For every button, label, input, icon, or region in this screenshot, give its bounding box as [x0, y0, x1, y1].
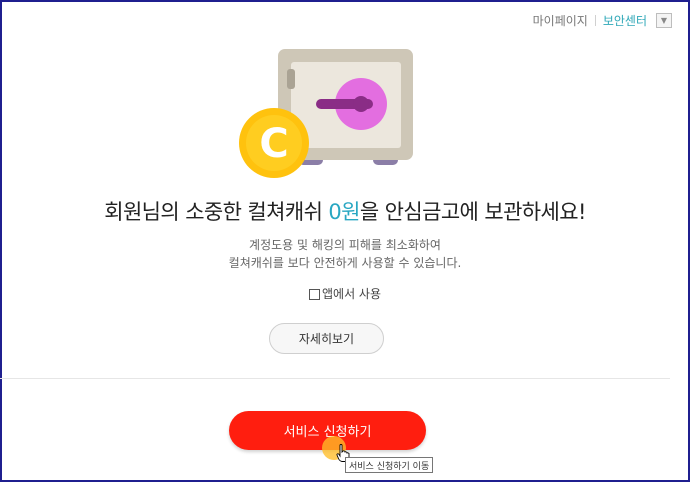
section-divider — [0, 378, 670, 379]
safe-dial-center — [353, 96, 369, 112]
app-use-label: 앱에서 사용 — [321, 287, 381, 301]
mypage-link[interactable]: 마이페이지 — [533, 12, 588, 29]
headline: 회원님의 소중한 컬쳐캐쉬 0원을 안심금고에 보관하세요! — [0, 196, 690, 226]
nav-divider — [594, 15, 596, 26]
chevron-down-icon[interactable]: ▼ — [656, 13, 672, 28]
tooltip: 서비스 신청하기 이동 — [345, 457, 434, 473]
details-button[interactable]: 자세히보기 — [269, 323, 384, 354]
description-line-2: 컬쳐캐쉬를 보다 안전하게 사용할 수 있습니다. — [228, 256, 462, 270]
safe-illustration: C — [239, 49, 413, 178]
headline-suffix: 을 안심금고에 보관하세요! — [359, 200, 586, 224]
app-use-option[interactable]: 앱에서 사용 — [0, 285, 690, 302]
safe-hinge-top — [287, 69, 295, 89]
headline-prefix: 회원님의 소중한 컬쳐캐쉬 — [104, 200, 329, 224]
security-center-link[interactable]: 보안센터 — [603, 12, 647, 29]
description-line-1: 계정도용 및 해킹의 피해를 최소화하여 — [249, 238, 441, 252]
top-navigation: 마이페이지 보안센터 ▼ — [533, 12, 672, 29]
app-use-checkbox[interactable] — [308, 288, 320, 300]
cash-amount: 0원 — [328, 200, 360, 224]
coin-icon: C — [239, 108, 309, 178]
coin-letter: C — [259, 121, 288, 167]
